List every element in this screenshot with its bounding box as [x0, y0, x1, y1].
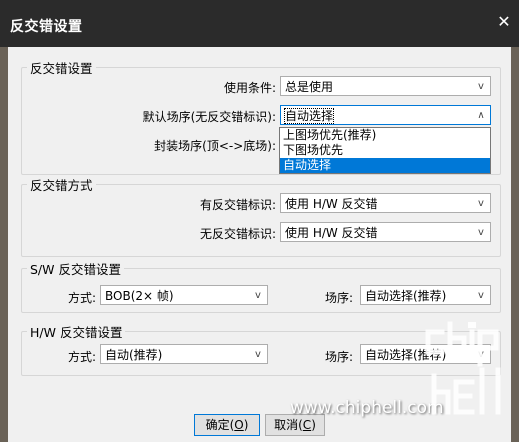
window-frame-left	[0, 47, 8, 442]
field-order-dropdown-list: 上图场优先(推荐) 下图场优先 自动选择	[279, 127, 491, 174]
chevron-up-icon: ∧	[477, 109, 485, 121]
deinterlace-method-group: 反交错方式	[21, 175, 501, 257]
sw-field-order-label: 场序:	[324, 291, 353, 305]
with-flag-value: 使用 H/W 反交错	[285, 196, 378, 211]
without-flag-select[interactable]: 使用 H/W 反交错 v	[280, 222, 491, 242]
chiphell-logo-icon	[425, 321, 501, 415]
sw-mode-value: BOB(2× 帧)	[105, 288, 174, 303]
ok-button-label-end: )	[243, 418, 249, 432]
chevron-down-icon: v	[478, 289, 484, 301]
dropdown-option-auto[interactable]: 自动选择	[280, 158, 490, 173]
sw-field-order-select[interactable]: 自动选择(推荐) v	[360, 285, 491, 305]
window-frame-right	[511, 47, 519, 442]
ok-button-label: 确定(	[205, 418, 235, 432]
default-field-order-select[interactable]: 自动选择 ∧	[280, 105, 491, 125]
dropdown-option-bottom-first[interactable]: 下图场优先	[280, 143, 490, 158]
dropdown-option-top-first[interactable]: 上图场优先(推荐)	[280, 128, 490, 143]
chevron-down-icon: v	[478, 226, 484, 238]
hw-field-order-label: 场序:	[324, 350, 353, 364]
with-flag-select[interactable]: 使用 H/W 反交错 v	[280, 193, 491, 213]
hw-mode-select[interactable]: 自动(推荐) v	[100, 344, 268, 364]
cancel-button-label: 取消(	[274, 418, 303, 432]
encapsulated-field-order-label: 封装场序(顶<->底场):	[154, 139, 276, 153]
group-legend: 反交错方式	[30, 178, 93, 193]
chevron-down-icon: v	[478, 80, 484, 92]
deinterlace-settings-dialog: 反交错设置 ✕ 反交错设置 使用条件: 总是使用 v 默认场序(无反交错标识):…	[0, 0, 519, 442]
cancel-button-label-end: )	[311, 418, 316, 432]
group-legend: S/W 反交错设置	[30, 262, 121, 277]
use-condition-value: 总是使用	[285, 79, 334, 94]
default-field-order-value: 自动选择	[283, 107, 335, 124]
group-legend: 反交错设置	[30, 61, 93, 76]
title-bar[interactable]: 反交错设置 ✕	[0, 0, 519, 47]
default-field-order-label: 默认场序(无反交错标识):	[142, 110, 276, 124]
chevron-down-icon: v	[478, 197, 484, 209]
close-icon[interactable]: ✕	[489, 8, 519, 36]
ok-button[interactable]: 确定(O)	[194, 414, 260, 436]
cancel-button-accesskey: C	[302, 418, 312, 432]
without-flag-label: 无反交错标识:	[199, 227, 276, 241]
ok-button-accesskey: O	[234, 418, 244, 432]
sw-mode-label: 方式:	[67, 291, 96, 305]
hw-mode-label: 方式:	[67, 350, 96, 364]
chevron-down-icon: v	[255, 348, 261, 360]
with-flag-label: 有反交错标识:	[199, 198, 276, 212]
hw-mode-value: 自动(推荐)	[105, 347, 163, 362]
use-condition-label: 使用条件:	[223, 81, 276, 95]
window-title: 反交错设置	[10, 19, 83, 35]
group-legend: H/W 反交错设置	[30, 325, 123, 340]
chevron-down-icon: v	[255, 289, 261, 301]
use-condition-select[interactable]: 总是使用 v	[280, 76, 491, 96]
sw-mode-select[interactable]: BOB(2× 帧) v	[100, 285, 268, 305]
without-flag-value: 使用 H/W 反交错	[285, 225, 378, 240]
sw-field-order-value: 自动选择(推荐)	[365, 288, 447, 303]
